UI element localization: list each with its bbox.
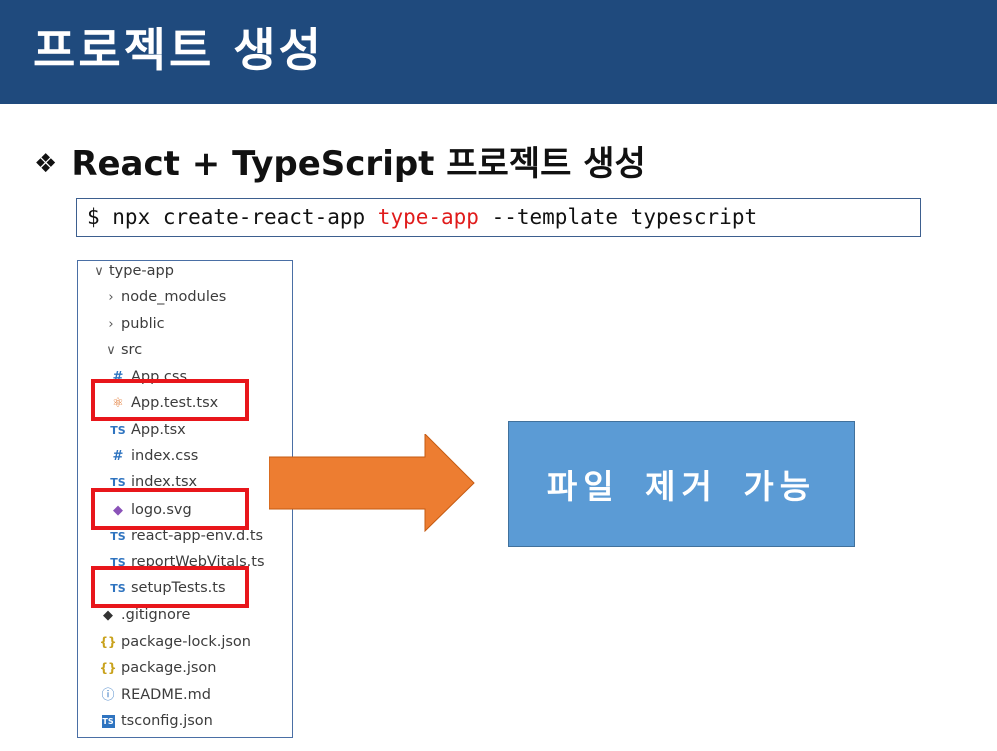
slide-title: 프로젝트 생성 bbox=[33, 23, 324, 77]
tsconfig-icon: TS bbox=[101, 715, 115, 728]
result-text: 파일 제거 가능 bbox=[546, 467, 817, 506]
file-label: App.tsx bbox=[131, 422, 186, 438]
file-readme[interactable]: ⓘ README.md bbox=[98, 682, 211, 708]
folder-public[interactable]: › public bbox=[104, 311, 165, 337]
folder-src[interactable]: ∨ src bbox=[104, 337, 142, 363]
file-tsconfig[interactable]: TS tsconfig.json bbox=[98, 708, 213, 734]
typescript-file-icon: TS bbox=[110, 424, 126, 437]
command-prefix: $ npx create-react-app bbox=[87, 205, 378, 229]
file-index-css[interactable]: # index.css bbox=[108, 443, 199, 469]
highlight-box-app-test bbox=[91, 379, 249, 421]
command-app-name: type-app bbox=[377, 205, 479, 229]
file-label: index.css bbox=[131, 448, 199, 464]
file-label: package-lock.json bbox=[121, 634, 251, 650]
file-package-lock-json[interactable]: {} package-lock.json bbox=[98, 629, 251, 655]
command-suffix: --template typescript bbox=[478, 205, 758, 229]
section-heading-text: React + TypeScript 프로젝트 생성 bbox=[71, 144, 646, 184]
file-label: react-app-env.d.ts bbox=[131, 528, 264, 544]
chevron-right-icon: › bbox=[108, 317, 114, 332]
file-label: package.json bbox=[121, 660, 217, 676]
highlight-box-logo bbox=[91, 488, 249, 530]
chevron-right-icon: › bbox=[108, 290, 114, 305]
file-label: tsconfig.json bbox=[121, 713, 213, 729]
json-file-icon: {} bbox=[99, 635, 117, 649]
highlight-box-setup-tests bbox=[91, 566, 249, 608]
css-file-icon: # bbox=[112, 449, 124, 464]
file-label: .gitignore bbox=[121, 607, 191, 623]
folder-label: src bbox=[121, 342, 143, 358]
slide-header: 프로젝트 생성 bbox=[0, 0, 997, 104]
command-line-box: $ npx create-react-app type-app --templa… bbox=[76, 198, 921, 237]
result-box: 파일 제거 가능 bbox=[508, 421, 855, 547]
file-label: README.md bbox=[121, 687, 211, 703]
file-package-json[interactable]: {} package.json bbox=[98, 655, 216, 681]
folder-type-app[interactable]: ∨ type-app bbox=[92, 261, 174, 284]
folder-label: node_modules bbox=[121, 289, 227, 305]
section-heading: ❖ React + TypeScript 프로젝트 생성 bbox=[34, 136, 646, 185]
right-arrow-icon bbox=[269, 434, 475, 532]
folder-label: type-app bbox=[109, 263, 174, 279]
chevron-down-icon: ∨ bbox=[94, 264, 104, 279]
json-file-icon: {} bbox=[99, 661, 117, 675]
bullet-icon: ❖ bbox=[34, 149, 58, 179]
info-icon: ⓘ bbox=[101, 688, 115, 703]
folder-node-modules[interactable]: › node_modules bbox=[104, 284, 226, 310]
chevron-down-icon: ∨ bbox=[106, 343, 116, 358]
folder-label: public bbox=[121, 316, 165, 332]
